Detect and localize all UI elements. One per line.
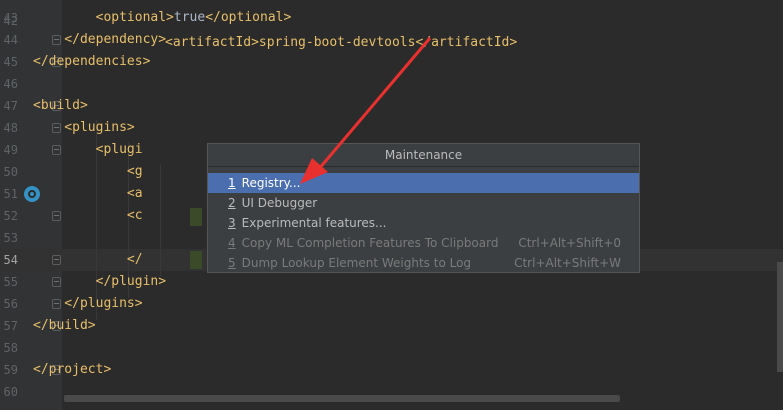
- annotation-arrow: [300, 37, 432, 184]
